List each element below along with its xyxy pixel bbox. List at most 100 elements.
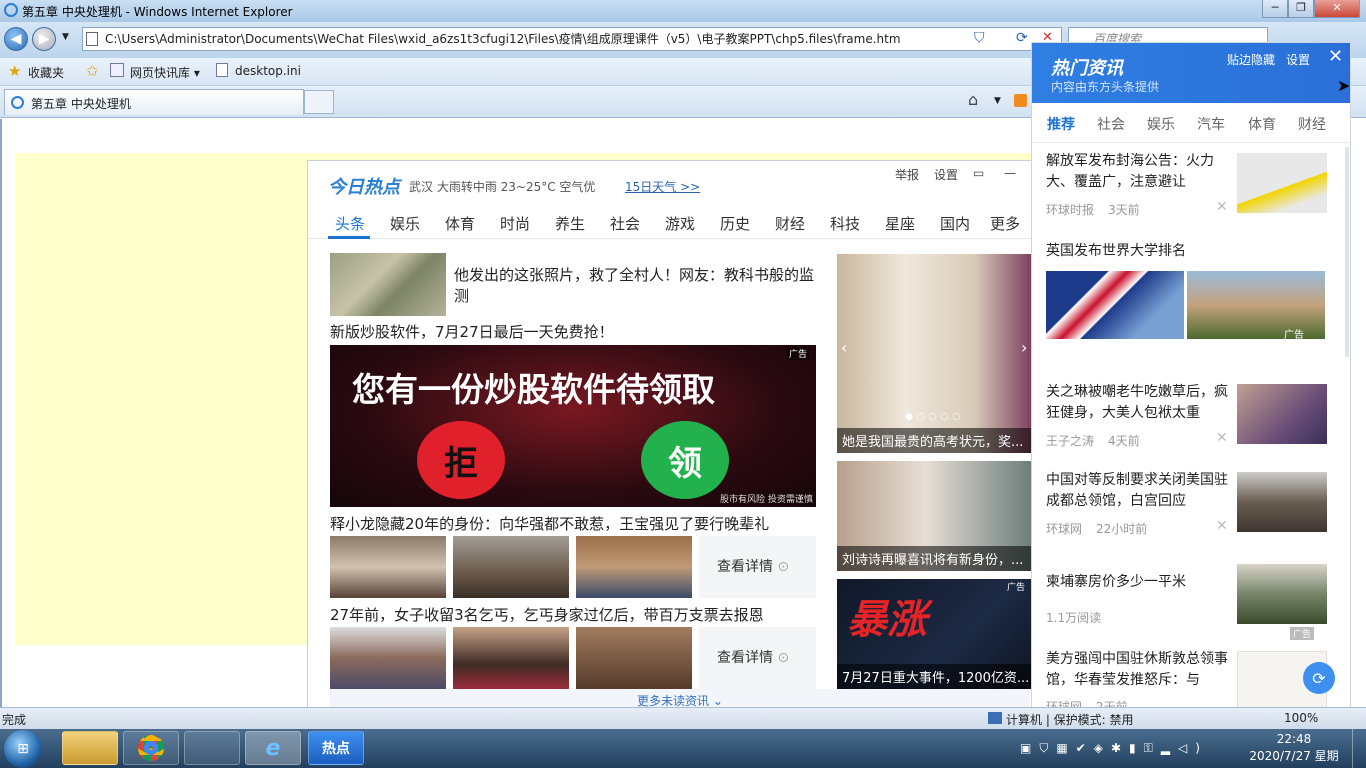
- forecast-link[interactable]: 15日天气 >>: [625, 178, 700, 195]
- nav-tab-tech[interactable]: 科技: [830, 213, 860, 234]
- news-card[interactable]: 刘诗诗再曝喜讯将有新身份，...: [837, 461, 1031, 571]
- address-bar[interactable]: C:\Users\Administrator\Documents\WeChat …: [82, 27, 1062, 51]
- news-headline-3[interactable]: 27年前，女子收留3名乞丐，乞丐身家过亿后，带百万支票去报恩: [330, 605, 764, 626]
- add-favorite-icon[interactable]: ✩: [86, 62, 99, 80]
- forward-button[interactable]: ▶: [32, 27, 56, 51]
- windows-logo-icon: ⊞: [17, 741, 29, 757]
- tab-entertainment[interactable]: 娱乐: [1147, 114, 1175, 134]
- nav-tab-games[interactable]: 游戏: [665, 213, 695, 234]
- news-thumbnail[interactable]: [453, 627, 569, 689]
- news-thumbnail[interactable]: [576, 627, 692, 689]
- favorites-star-icon[interactable]: ★: [8, 62, 21, 80]
- tab-sports[interactable]: 体育: [1248, 114, 1276, 134]
- taskbar-ie[interactable]: e: [245, 731, 301, 765]
- title-bar: 第五章 中央处理机 - Windows Internet Explorer ─ …: [0, 0, 1366, 22]
- panel-news-title[interactable]: 关之琳被嘲老牛吃嫩草后，疯狂健身，大美人包袱太重: [1046, 382, 1230, 426]
- nav-tab-history[interactable]: 历史: [720, 213, 750, 234]
- news-headline-1[interactable]: 他发出的这张照片，救了全村人！网友：教科书般的监测: [454, 265, 819, 307]
- panel-news-thumb[interactable]: [1046, 271, 1184, 339]
- desktop-ini-link[interactable]: desktop.ini: [235, 64, 301, 78]
- nav-tab-headline[interactable]: 头条: [335, 213, 365, 234]
- hide-edge-button[interactable]: 贴边隐藏: [1227, 51, 1275, 68]
- chevron-right-icon[interactable]: ›: [1021, 338, 1027, 357]
- feeds-icon[interactable]: [1014, 94, 1027, 107]
- back-button[interactable]: ◀: [4, 27, 28, 51]
- panel-news-title[interactable]: 英国发布世界大学排名: [1046, 241, 1186, 262]
- panel-news-title[interactable]: 解放军发布封海公告：火力大、覆盖广，注意避让: [1046, 151, 1230, 195]
- nav-tab-society[interactable]: 社会: [610, 213, 640, 234]
- new-tab-button[interactable]: [304, 90, 334, 114]
- carousel[interactable]: ‹ › ●○○○○ 她是我国最贵的高考状元，奖...: [837, 254, 1031, 453]
- home-icon[interactable]: ⌂: [968, 90, 978, 109]
- nav-tab-sports[interactable]: 体育: [445, 213, 475, 234]
- carousel-dots[interactable]: ●○○○○: [905, 412, 964, 422]
- nav-tab-horoscope[interactable]: 星座: [885, 213, 915, 234]
- report-link[interactable]: 举报: [895, 166, 919, 183]
- news-thumbnail[interactable]: [330, 627, 446, 689]
- news-thumbnail[interactable]: [330, 253, 446, 316]
- close-line-icon[interactable]: —: [1004, 166, 1016, 180]
- history-dropdown-icon[interactable]: ▼: [62, 32, 69, 42]
- home-dropdown-icon[interactable]: ▼: [994, 96, 1001, 106]
- panel-news-title[interactable]: 柬埔寨房价多少一平米: [1046, 572, 1186, 593]
- file-icon: [216, 63, 228, 77]
- dismiss-icon[interactable]: ✕: [1216, 518, 1228, 534]
- settings-link[interactable]: 设置: [934, 166, 958, 183]
- taskbar-chrome[interactable]: [123, 731, 179, 765]
- ad-accept-button[interactable]: 领: [641, 421, 729, 499]
- ad-tag: 广告: [1284, 330, 1304, 341]
- shield-icon[interactable]: ⛉: [974, 30, 985, 46]
- panel-settings-button[interactable]: 设置: [1286, 51, 1310, 68]
- chevron-left-icon[interactable]: ‹: [841, 338, 847, 357]
- panel-news-thumb[interactable]: [1237, 472, 1327, 532]
- minimize-icon[interactable]: ▭: [973, 166, 984, 180]
- panel-news-title[interactable]: 中国对等反制要求关闭美国驻成都总领馆，白宫回应: [1046, 470, 1230, 514]
- ad-reject-button[interactable]: 拒: [417, 421, 505, 499]
- zoom-button[interactable]: 100%: [1284, 711, 1318, 725]
- maximize-button[interactable]: ❐: [1288, 0, 1314, 18]
- panel-news-thumb[interactable]: [1187, 271, 1325, 339]
- details-button[interactable]: 查看详情 ⊙: [699, 627, 816, 689]
- news-thumbnail[interactable]: [453, 536, 569, 598]
- panel-title: 热门资讯: [1051, 58, 1123, 79]
- refresh-icon[interactable]: ⟳: [1303, 662, 1335, 694]
- tab-auto[interactable]: 汽车: [1197, 114, 1225, 134]
- panel-news-thumb[interactable]: [1237, 153, 1327, 213]
- tab-current[interactable]: 第五章 中央处理机: [4, 89, 304, 115]
- show-desktop-button[interactable]: [1352, 729, 1366, 768]
- news-thumbnail[interactable]: [576, 536, 692, 598]
- tab-finance[interactable]: 财经: [1298, 114, 1326, 134]
- favorites-button[interactable]: 收藏夹: [28, 64, 64, 81]
- refresh-icon[interactable]: ⟳: [1016, 30, 1028, 46]
- tab-society[interactable]: 社会: [1097, 114, 1125, 134]
- taskbar-hotnews[interactable]: 热点: [308, 731, 364, 765]
- ad-card[interactable]: 暴涨 广告 7月27日重大事件，1200亿资...: [837, 579, 1031, 689]
- details-button[interactable]: 查看详情 ⊙: [699, 536, 816, 598]
- taskbar-explorer[interactable]: [62, 731, 118, 765]
- tray-icons[interactable]: ▣⛉▦✔◈✱▮⚿▂◁): [1020, 741, 1208, 756]
- panel-news-title[interactable]: 美方强闯中国驻休斯敦总领事馆，华春莹发推怒斥：与: [1046, 649, 1230, 693]
- scrollbar[interactable]: [1345, 147, 1349, 357]
- web-slice-gallery-link[interactable]: 网页快讯库 ▾: [130, 64, 200, 81]
- nav-tab-ent[interactable]: 娱乐: [390, 213, 420, 234]
- ad-banner[interactable]: 您有一份炒股软件待领取 拒 领 股市有风险 投资需谨慎 广告: [330, 345, 816, 507]
- nav-tab-health[interactable]: 养生: [555, 213, 585, 234]
- nav-tab-fashion[interactable]: 时尚: [500, 213, 530, 234]
- nav-tab-domestic[interactable]: 国内: [940, 213, 970, 234]
- ad-title[interactable]: 新版炒股软件，7月27日最后一天免费抢！: [330, 322, 614, 343]
- nav-tab-finance[interactable]: 财经: [775, 213, 805, 234]
- start-button[interactable]: ⊞: [4, 730, 42, 768]
- dismiss-icon[interactable]: ✕: [1216, 430, 1228, 446]
- close-icon[interactable]: ✕: [1328, 46, 1343, 67]
- panel-news-thumb[interactable]: [1237, 384, 1327, 444]
- nav-tab-more[interactable]: 更多: [990, 213, 1020, 234]
- tab-recommend[interactable]: 推荐: [1047, 114, 1075, 134]
- taskbar-video[interactable]: [184, 731, 240, 765]
- news-thumbnail[interactable]: [330, 536, 446, 598]
- close-button[interactable]: ✕: [1314, 0, 1360, 18]
- news-headline-2[interactable]: 释小龙隐藏20年的身份：向华强都不敢惹，王宝强见了要行晚辈礼: [330, 514, 769, 535]
- panel-news-thumb[interactable]: [1237, 564, 1327, 624]
- dismiss-icon[interactable]: ✕: [1216, 199, 1228, 215]
- clock[interactable]: 22:48 2020/7/27 星期一: [1244, 731, 1344, 768]
- minimize-button[interactable]: ─: [1262, 0, 1288, 18]
